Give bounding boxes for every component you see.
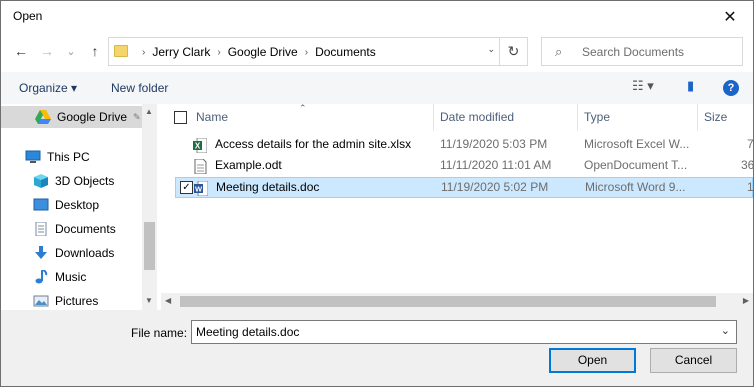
sidebar-item-label: 3D Objects bbox=[55, 174, 115, 188]
sidebar-item-downloads[interactable]: Downloads bbox=[1, 242, 142, 264]
file-name: Example.odt bbox=[215, 158, 282, 172]
sidebar-item-label: Pictures bbox=[55, 294, 99, 308]
file-name: Access details for the admin site.xlsx bbox=[215, 137, 412, 151]
file-name-value: Meeting details.doc bbox=[196, 325, 300, 339]
chevron-right-icon: › bbox=[304, 46, 309, 58]
dialog-title: Open bbox=[13, 9, 43, 23]
navigation-pane-scrollbar[interactable]: ▲ ▼ bbox=[142, 104, 157, 310]
forward-arrow-icon[interactable]: → bbox=[37, 41, 57, 61]
scrollbar-thumb[interactable] bbox=[144, 222, 155, 270]
scroll-left-icon[interactable]: ◀ bbox=[165, 296, 171, 305]
column-type[interactable]: Type bbox=[578, 104, 698, 131]
cancel-button[interactable]: Cancel bbox=[650, 348, 737, 373]
search-box[interactable]: ⌕ Search Documents bbox=[541, 37, 743, 66]
breadcrumb: › Jerry Clark › Google Drive › Documents bbox=[135, 45, 376, 59]
file-row[interactable]: X Access details for the admin site.xlsx… bbox=[175, 135, 753, 156]
download-icon bbox=[35, 246, 47, 259]
file-type: Microsoft Excel W... bbox=[584, 137, 690, 151]
column-date-modified[interactable]: Date modified bbox=[434, 104, 578, 131]
pin-icon: ✎ bbox=[133, 111, 141, 122]
open-dialog: Open ✕ ← → ⌄ ↑ › Jerry Clark › Google Dr… bbox=[0, 0, 754, 387]
cube-icon bbox=[34, 174, 48, 188]
chevron-down-icon[interactable]: ⌄ bbox=[721, 324, 730, 337]
search-icon: ⌕ bbox=[555, 44, 563, 59]
file-list-horizontal-scrollbar[interactable]: ◀ ▶ bbox=[161, 293, 753, 310]
breadcrumb-google-drive[interactable]: Google Drive bbox=[228, 45, 298, 59]
file-row[interactable]: Example.odt 11/11/2020 11:01 AM OpenDocu… bbox=[175, 156, 753, 177]
google-drive-icon bbox=[35, 110, 51, 124]
sidebar-item-google-drive[interactable]: Google Drive ✎ bbox=[1, 106, 142, 128]
navigation-pane: Google Drive ✎ This PC 3D Objects Deskto… bbox=[1, 104, 157, 310]
navigation-bar: ← → ⌄ ↑ › Jerry Clark › Google Drive › D… bbox=[1, 32, 753, 72]
column-header-row: ⌃ Name Date modified Type Size bbox=[161, 104, 753, 131]
desktop-icon bbox=[33, 198, 49, 211]
up-arrow-icon[interactable]: ↑ bbox=[85, 41, 105, 61]
open-button[interactable]: Open bbox=[549, 348, 636, 373]
document-icon bbox=[194, 159, 207, 174]
sidebar-item-label: Desktop bbox=[55, 198, 100, 212]
sidebar-item-3d-objects[interactable]: 3D Objects bbox=[1, 170, 142, 192]
word-icon: W bbox=[194, 181, 208, 196]
dialog-footer: File name: Meeting details.doc ⌄ Open Ca… bbox=[1, 310, 753, 386]
scroll-up-icon[interactable]: ▲ bbox=[145, 107, 153, 116]
column-size[interactable]: Size bbox=[698, 104, 753, 131]
chevron-right-icon: › bbox=[142, 46, 146, 58]
organize-button[interactable]: Organize ▾ bbox=[19, 81, 77, 95]
music-icon bbox=[35, 270, 48, 284]
documents-icon bbox=[35, 222, 47, 236]
search-input[interactable]: Search Documents bbox=[582, 45, 684, 59]
sidebar-item-pictures[interactable]: Pictures bbox=[1, 290, 142, 310]
sidebar-item-desktop[interactable]: Desktop bbox=[1, 194, 142, 216]
file-row-selected[interactable]: ✓ W Meeting details.doc 11/19/2020 5:02 … bbox=[175, 177, 753, 198]
chevron-right-icon: › bbox=[217, 46, 221, 58]
excel-icon: X bbox=[193, 138, 207, 153]
svg-text:X: X bbox=[195, 142, 201, 151]
sidebar-item-label: Music bbox=[55, 270, 87, 284]
folder-icon bbox=[114, 45, 128, 57]
close-icon[interactable]: ✕ bbox=[707, 1, 753, 32]
sidebar-item-label: Downloads bbox=[55, 246, 115, 260]
breadcrumb-jerry-clark[interactable]: Jerry Clark bbox=[152, 45, 210, 59]
breadcrumb-documents[interactable]: Documents bbox=[315, 45, 376, 59]
scrollbar-thumb[interactable] bbox=[180, 296, 716, 307]
pictures-icon bbox=[33, 295, 49, 307]
new-folder-button[interactable]: New folder bbox=[111, 81, 168, 95]
file-name: Meeting details.doc bbox=[216, 180, 320, 194]
scroll-right-icon[interactable]: ▶ bbox=[743, 296, 749, 305]
view-options-icon[interactable]: ☷ ▾ bbox=[632, 78, 654, 94]
sidebar-item-this-pc[interactable]: This PC bbox=[1, 146, 142, 168]
file-name-label: File name: bbox=[131, 326, 188, 340]
computer-icon bbox=[25, 150, 41, 163]
column-name[interactable]: Name bbox=[190, 104, 434, 131]
title-bar: Open ✕ bbox=[1, 1, 753, 32]
file-type: Microsoft Word 9... bbox=[585, 180, 686, 194]
select-all-checkbox[interactable] bbox=[174, 111, 187, 124]
sidebar-item-documents[interactable]: Documents bbox=[1, 218, 142, 240]
file-date: 11/19/2020 5:02 PM bbox=[441, 180, 549, 194]
file-size: 7 bbox=[747, 137, 753, 151]
file-date: 11/19/2020 5:03 PM bbox=[440, 137, 548, 151]
file-name-input[interactable]: Meeting details.doc ⌄ bbox=[191, 320, 737, 344]
back-arrow-icon[interactable]: ← bbox=[11, 41, 31, 61]
help-icon[interactable]: ? bbox=[723, 80, 739, 96]
sidebar-item-label: Documents bbox=[55, 222, 116, 236]
file-date: 11/11/2020 11:01 AM bbox=[440, 158, 552, 172]
recent-locations-icon[interactable]: ⌄ bbox=[61, 41, 81, 61]
command-bar: Organize ▾ New folder ☷ ▾ ▮ ? bbox=[1, 72, 753, 104]
sidebar-item-label: This PC bbox=[47, 150, 90, 164]
row-checkbox[interactable]: ✓ bbox=[180, 181, 193, 194]
address-dropdown-icon[interactable]: ⌄ bbox=[487, 44, 495, 55]
sidebar-item-music[interactable]: Music bbox=[1, 266, 142, 288]
file-list: ⌃ Name Date modified Type Size X Access … bbox=[161, 104, 753, 310]
refresh-icon[interactable]: ↻ bbox=[499, 38, 527, 65]
preview-pane-icon[interactable]: ▮ bbox=[687, 78, 694, 94]
sidebar-item-label: Google Drive bbox=[57, 110, 128, 124]
file-type: OpenDocument T... bbox=[584, 158, 688, 172]
scroll-down-icon[interactable]: ▼ bbox=[145, 296, 153, 305]
address-bar[interactable]: › Jerry Clark › Google Drive › Documents… bbox=[108, 37, 528, 66]
file-size: 1 bbox=[747, 180, 753, 194]
file-size: 36 bbox=[741, 158, 753, 172]
svg-text:W: W bbox=[195, 185, 203, 194]
